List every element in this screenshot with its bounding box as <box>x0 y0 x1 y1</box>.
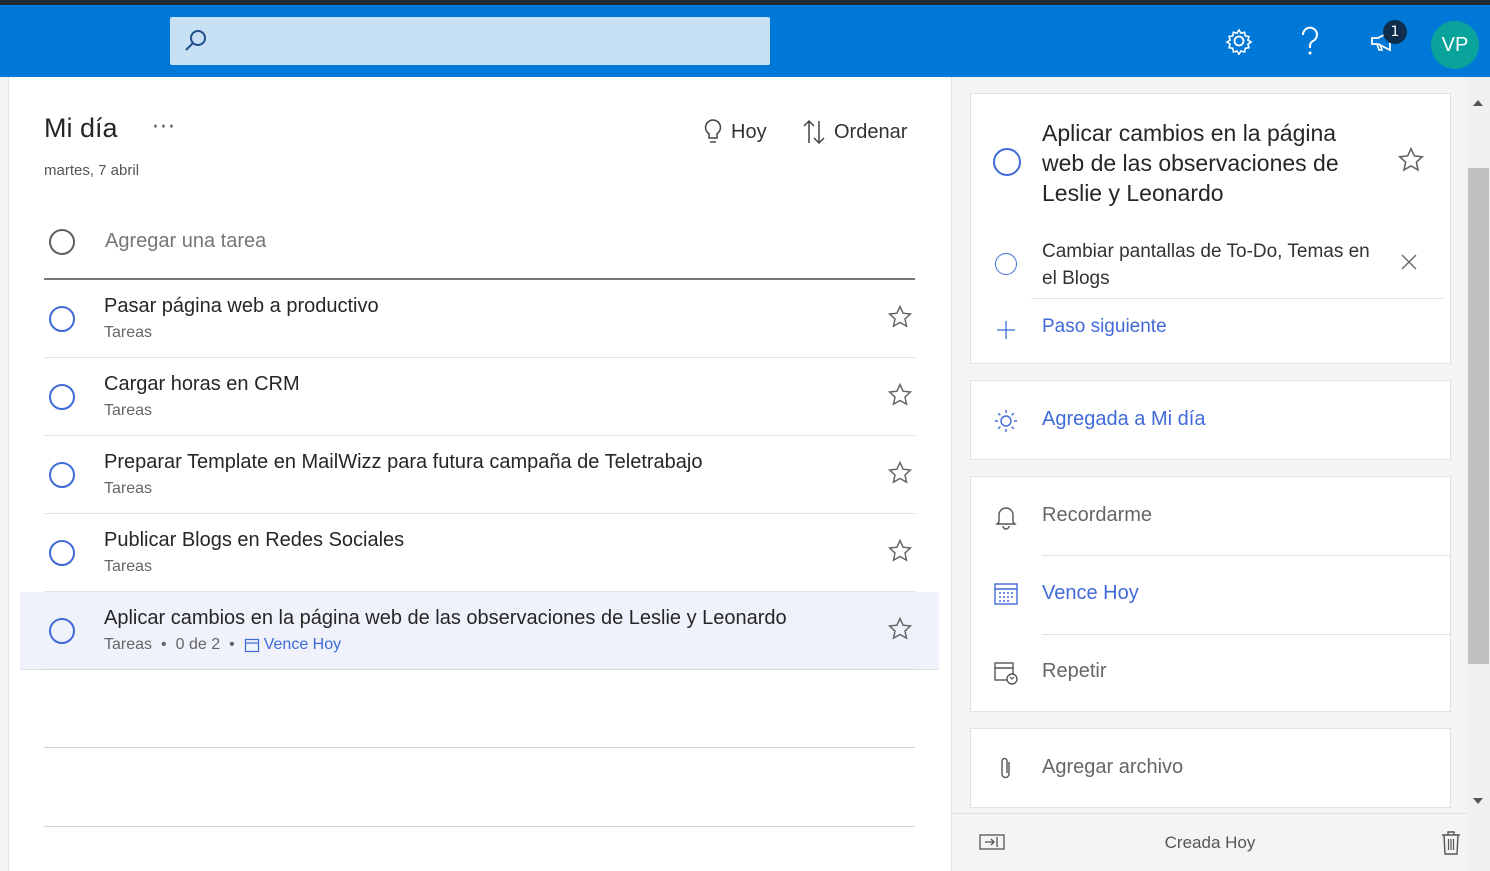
task-row-selected[interactable]: Aplicar cambios en la página web de las … <box>20 592 939 670</box>
list-divider <box>44 826 915 827</box>
repeat-row[interactable]: Repetir <box>971 635 1450 711</box>
task-list-name: Tareas <box>104 324 153 341</box>
detail-footer: Creada Hoy <box>952 813 1468 871</box>
gear-icon <box>1225 28 1253 55</box>
page-date: martes, 7 abril <box>44 162 140 179</box>
task-due-label: Vence Hoy <box>263 636 342 653</box>
list-options-button[interactable]: ··· <box>152 115 176 140</box>
list-divider <box>44 669 915 670</box>
due-date-row[interactable]: Vence Hoy <box>971 556 1450 634</box>
complete-task-checkbox[interactable] <box>49 306 75 332</box>
star-icon[interactable] <box>887 382 913 408</box>
complete-task-checkbox[interactable] <box>49 462 75 488</box>
calendar-icon <box>244 638 259 653</box>
detail-task-title[interactable]: Aplicar cambios en la página web de las … <box>1042 118 1372 208</box>
attach-file-label: Agregar archivo <box>1042 756 1184 778</box>
star-icon[interactable] <box>887 616 913 642</box>
task-title: Preparar Template en MailWizz para futur… <box>104 451 703 473</box>
task-list-name: Tareas <box>104 636 153 653</box>
scroll-down-arrow-icon[interactable] <box>1472 796 1484 806</box>
sort-label: Ordenar <box>834 120 908 143</box>
complete-task-checkbox[interactable] <box>49 540 75 566</box>
task-row[interactable]: Pasar página web a productivo Tareas <box>44 280 915 358</box>
help-icon <box>1301 26 1318 55</box>
task-row[interactable]: Cargar horas en CRM Tareas <box>44 358 915 436</box>
app-header: 1 VP <box>0 5 1490 77</box>
help-button[interactable] <box>1292 23 1328 59</box>
paperclip-icon <box>1001 757 1010 779</box>
step-divider <box>1031 298 1443 299</box>
step-title[interactable]: Cambiar pantallas de To-Do, Temas en el … <box>1042 238 1382 292</box>
search-icon <box>185 30 206 51</box>
page-title: Mi día <box>44 113 118 143</box>
complete-task-checkbox[interactable] <box>993 148 1021 176</box>
add-task-circle-icon <box>49 229 75 255</box>
settings-button[interactable] <box>1221 23 1257 59</box>
search-input[interactable] <box>218 25 758 57</box>
task-list-name: Tareas <box>104 480 153 497</box>
my-day-label: Agregada a Mi día <box>1042 408 1206 430</box>
complete-task-checkbox[interactable] <box>49 384 75 410</box>
task-detail-panel: Aplicar cambios en la página web de las … <box>951 77 1468 871</box>
complete-step-checkbox[interactable] <box>995 253 1017 275</box>
sort-icon <box>803 119 825 145</box>
search-box[interactable] <box>170 17 770 65</box>
task-list-panel: Mi día ··· martes, 7 abril Hoy Ordenar A… <box>9 77 951 871</box>
scroll-up-arrow-icon[interactable] <box>1472 98 1484 108</box>
task-title: Pasar página web a productivo <box>104 295 379 317</box>
task-list-name: Tareas <box>104 402 153 419</box>
repeat-icon <box>994 662 1018 685</box>
task-row[interactable]: Publicar Blogs en Redes Sociales Tareas <box>44 514 915 592</box>
bell-icon <box>995 507 1017 530</box>
star-icon[interactable] <box>887 460 913 486</box>
calendar-icon <box>994 583 1018 605</box>
due-date-label: Vence Hoy <box>1042 582 1139 604</box>
task-title: Aplicar cambios en la página web de las … <box>104 607 787 629</box>
notification-badge: 1 <box>1383 20 1407 44</box>
sun-icon <box>995 410 1017 432</box>
sort-button[interactable]: Ordenar <box>802 117 907 147</box>
task-list-name: Tareas <box>104 558 153 575</box>
add-task-input[interactable]: Agregar una tarea <box>105 230 266 253</box>
star-icon[interactable] <box>1397 146 1425 174</box>
star-icon[interactable] <box>887 304 913 330</box>
repeat-label: Repetir <box>1042 660 1107 682</box>
plus-icon <box>997 321 1015 339</box>
list-divider <box>44 747 915 748</box>
add-task-row[interactable]: Agregar una tarea <box>44 217 915 280</box>
remind-me-row[interactable]: Recordarme <box>971 477 1450 555</box>
close-icon[interactable] <box>1399 252 1419 272</box>
avatar[interactable]: VP <box>1431 21 1479 69</box>
attach-file-card[interactable]: Agregar archivo <box>970 728 1451 808</box>
remind-me-label: Recordarme <box>1042 504 1153 526</box>
trash-icon[interactable] <box>1440 830 1462 856</box>
suggestions-label: Hoy <box>731 120 767 143</box>
sidebar-collapsed <box>0 77 9 871</box>
bulb-icon <box>704 119 722 143</box>
created-date: Creada Hoy <box>1164 833 1256 852</box>
meta-separator: • <box>161 636 167 653</box>
complete-task-checkbox[interactable] <box>49 618 75 644</box>
task-due-date: Vence Hoy <box>244 636 341 654</box>
scrollbar-thumb[interactable] <box>1468 168 1489 664</box>
detail-title-card: Aplicar cambios en la página web de las … <box>970 93 1451 364</box>
meta-separator: • <box>229 636 235 653</box>
suggestions-button[interactable]: Hoy <box>703 117 767 147</box>
task-title: Cargar horas en CRM <box>104 373 300 395</box>
my-day-card[interactable]: Agregada a Mi día <box>970 380 1451 460</box>
task-title: Publicar Blogs en Redes Sociales <box>104 529 405 551</box>
star-icon[interactable] <box>887 538 913 564</box>
dates-card: Recordarme Vence Hoy Repetir <box>970 476 1452 712</box>
task-row[interactable]: Preparar Template en MailWizz para futur… <box>44 436 915 514</box>
add-step-button[interactable]: Paso siguiente <box>1042 316 1167 338</box>
task-steps-count: 0 de 2 <box>175 636 221 653</box>
